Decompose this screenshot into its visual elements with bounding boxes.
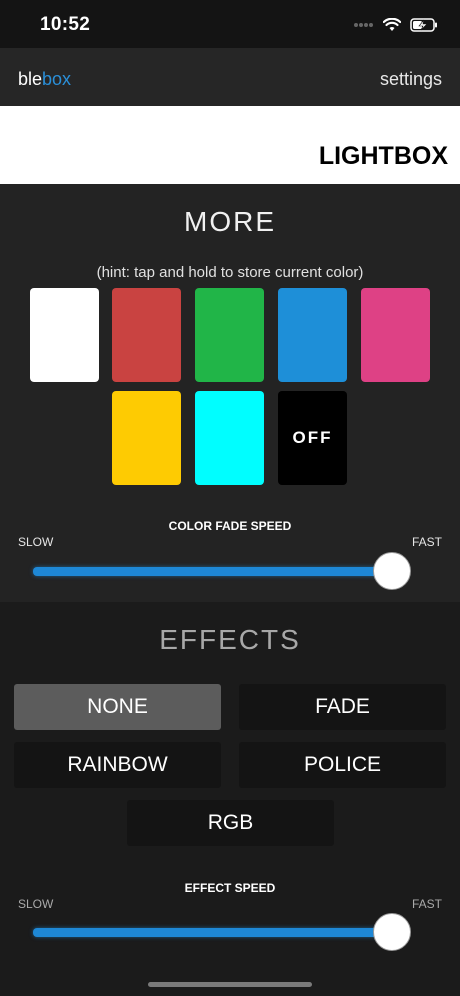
brand-part-box: box [42,69,72,89]
battery-charging-icon [410,18,437,32]
effect-fast-label: FAST [411,897,442,911]
status-bar: 10:52 [0,0,460,48]
effect-speed-label: EFFECT SPEED [184,881,276,895]
nav-bar: blebox settings [0,48,460,106]
effect-button-none[interactable]: NONE [14,684,221,730]
color-swatch-pink[interactable] [361,288,430,382]
color-fade-speed-label: COLOR FADE SPEED [168,519,292,533]
wifi-icon [383,18,401,31]
device-title: LIGHTBOX [318,142,448,170]
color-fade-speed-thumb[interactable] [373,552,411,590]
color-swatch-blue[interactable] [278,288,347,382]
effect-speed-slider[interactable] [33,928,391,937]
status-icons [354,16,438,34]
color-fade-speed-slider[interactable] [33,567,391,576]
more-heading: MORE [184,206,276,237]
device-title-bar: LIGHTBOX [0,106,460,184]
settings-link[interactable]: settings [380,69,442,90]
effects-section: EFFECTS NONE FADE RAINBOW POLICE RGB EFF… [0,602,460,996]
color-swatch-yellow[interactable] [112,391,181,485]
store-color-hint: (hint: tap and hold to store current col… [96,264,364,281]
color-swatch-green[interactable] [195,288,264,382]
effect-speed-thumb[interactable] [373,913,411,951]
status-time: 10:52 [40,14,91,35]
fade-fast-label: FAST [411,535,442,549]
effect-button-rainbow[interactable]: RAINBOW [14,742,221,788]
off-label: OFF [292,428,333,447]
effect-button-police[interactable]: POLICE [239,742,446,788]
effect-button-fade[interactable]: FADE [239,684,446,730]
effect-button-rgb[interactable]: RGB [127,800,334,846]
more-section: MORE (hint: tap and hold to store curren… [0,184,460,602]
color-swatch-red[interactable] [112,288,181,382]
brand-part-ble: ble [18,69,43,89]
signal-icon [354,23,373,27]
brand-logo[interactable]: blebox [18,69,71,90]
effect-slow-label: SLOW [18,897,54,911]
color-swatch-white[interactable] [30,288,99,382]
off-button[interactable]: OFF [278,391,347,485]
fade-slow-label: SLOW [18,535,54,549]
effects-heading: EFFECTS [159,624,301,655]
home-indicator [148,982,312,987]
color-swatch-cyan[interactable] [195,391,264,485]
